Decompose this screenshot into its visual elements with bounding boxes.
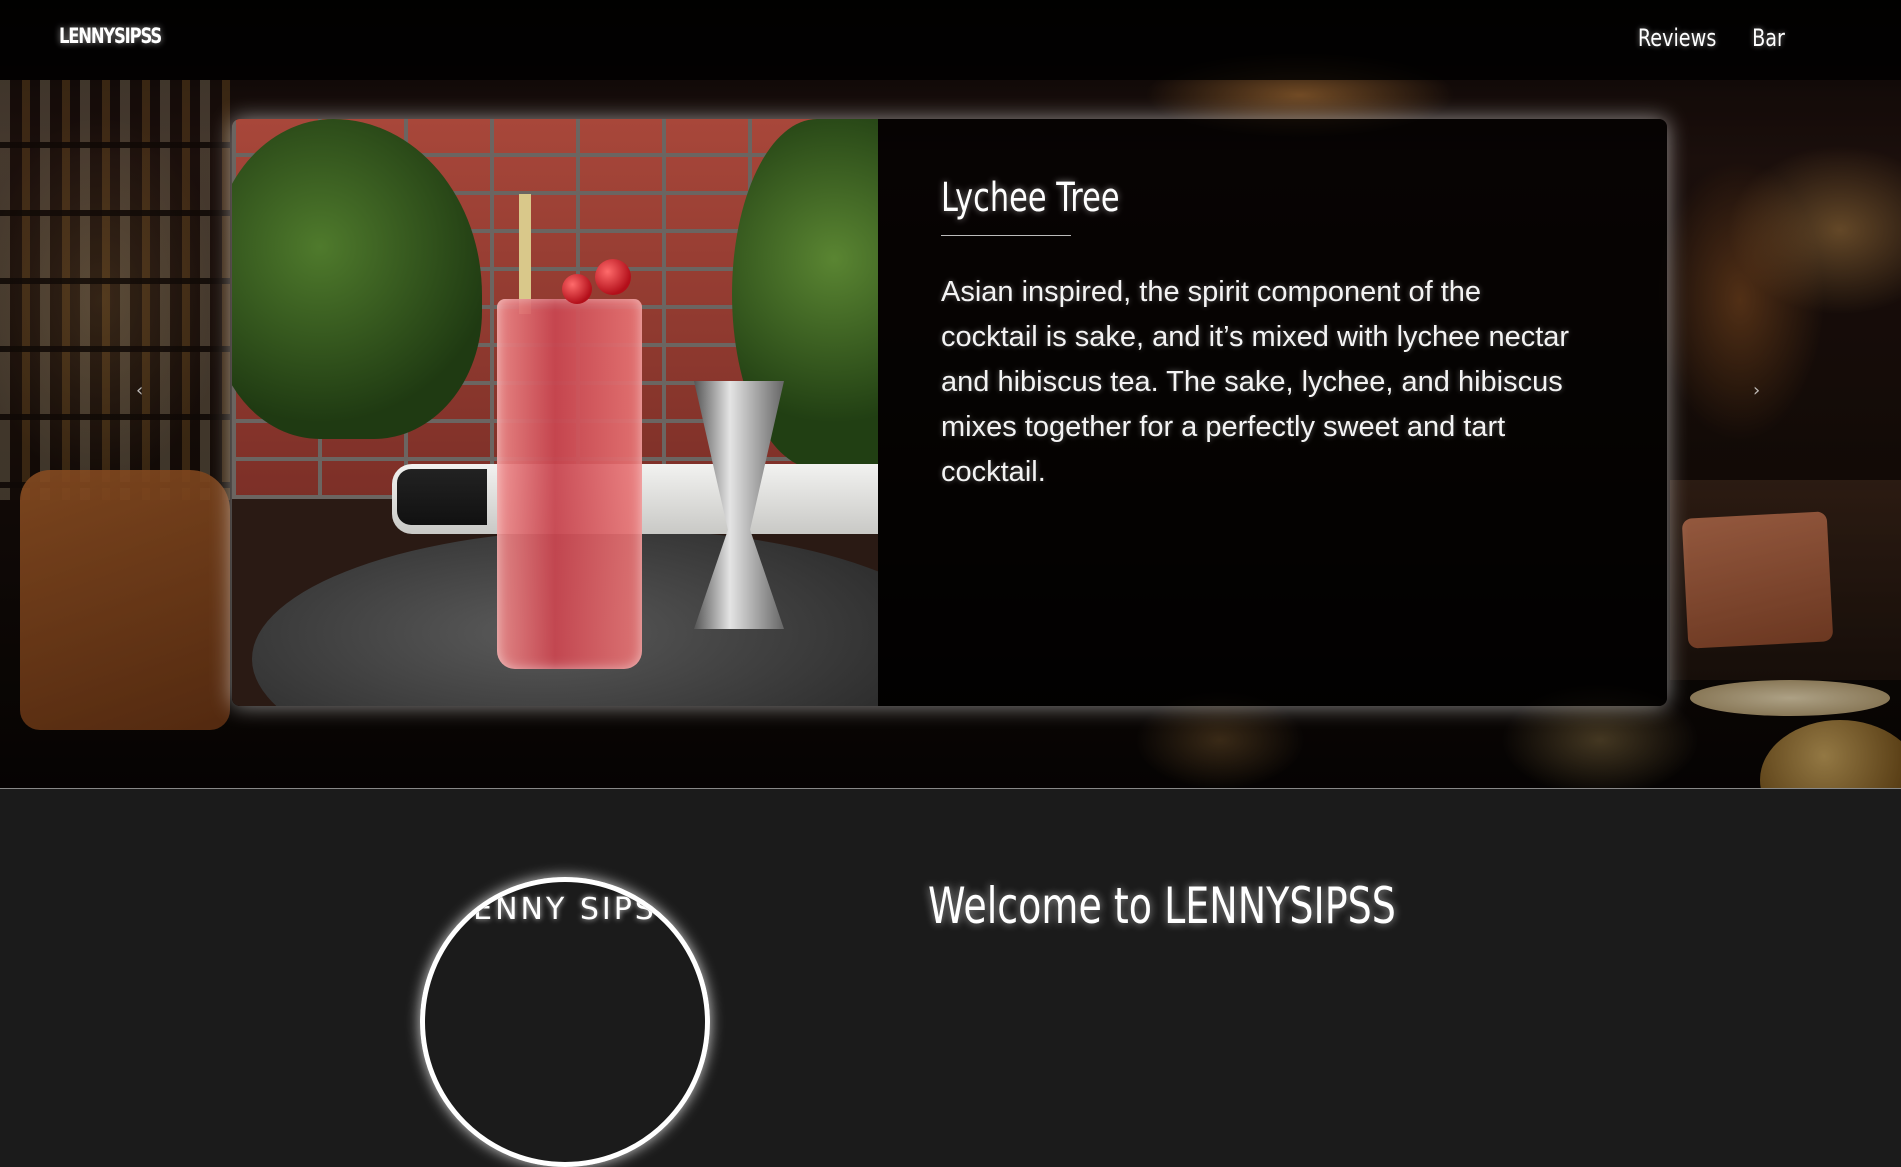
carousel-slide-card: Lychee Tree Asian inspired, the spirit c… (232, 119, 1667, 706)
slide-caption: Lychee Tree Asian inspired, the spirit c… (941, 175, 1601, 495)
chevron-right-icon[interactable]: › (1753, 380, 1760, 401)
nav-link-reviews[interactable]: Reviews (1638, 24, 1717, 52)
nav-links: Reviews Bar (1628, 24, 1789, 52)
cocktail-glass (497, 299, 642, 669)
navbar: LENNYSIPSS Reviews Bar (0, 0, 1901, 80)
cocktail-photo (232, 119, 878, 706)
nav-link-bar[interactable]: Bar (1752, 24, 1785, 52)
lennysipss-logo-badge: ENNY SIPS (420, 877, 710, 1167)
chevron-left-icon[interactable]: ‹ (136, 380, 143, 401)
welcome-title: Welcome to LENNYSIPSS (928, 877, 1396, 935)
logo-text: ENNY SIPS (473, 892, 657, 927)
brand-logo-link[interactable]: LENNYSIPSS (59, 24, 162, 48)
title-underline (941, 235, 1071, 236)
welcome-section: ENNY SIPS Welcome to LENNYSIPSS (0, 789, 1901, 1167)
slide-description: Asian inspired, the spirit component of … (941, 276, 1570, 488)
slide-title: Lychee Tree (941, 175, 1120, 221)
